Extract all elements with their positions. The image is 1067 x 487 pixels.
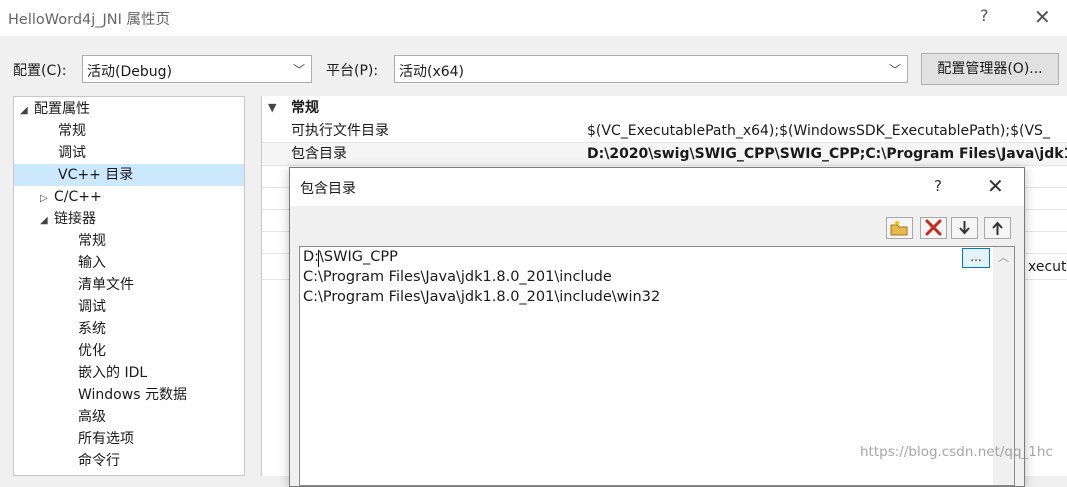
tree-item-linker-all-options[interactable]: 所有选项 (78, 428, 134, 450)
grid-clipped-text: xecut (1028, 259, 1067, 275)
grid-row-value: D:\2020\swig\SWIG_CPP\SWIG_CPP;C:\Progra… (587, 146, 1067, 162)
tree-item-label: 链接器 (54, 211, 96, 227)
grid-row-key: 可执行文件目录 (291, 123, 389, 139)
config-dropdown-value: 活动(Debug) (87, 64, 172, 80)
move-up-button[interactable] (984, 217, 1011, 239)
tree-item-linker-optimization[interactable]: 优化 (78, 340, 106, 362)
tree-item-cpp[interactable]: ▷ C/C++ (40, 186, 102, 208)
dialog-help-button[interactable]: ? (934, 177, 942, 195)
config-label: 配置(C): (13, 63, 67, 79)
watermark: https://blog.csdn.net/qq_1hc (860, 444, 1053, 460)
dialog-close-button[interactable]: ✕ (987, 174, 1004, 198)
tree-item-linker-general[interactable]: 常规 (78, 230, 106, 252)
tree-item-label: 常规 (58, 123, 86, 139)
window-title: HelloWord4j_JNI 属性页 (8, 12, 171, 28)
platform-dropdown[interactable]: 活动(x64) ﹀ (394, 55, 908, 83)
chevron-down-icon: ﹀ (888, 63, 901, 77)
expanded-triangle-icon[interactable]: ◢ (40, 210, 54, 232)
tree-item-label: 优化 (78, 343, 106, 359)
tree-item-label: 调试 (78, 299, 106, 315)
arrow-down-icon (959, 221, 970, 235)
tree-item-label: 命令行 (78, 453, 120, 469)
new-folder-icon (890, 220, 908, 236)
grid-row-value: $(VC_ExecutablePath_x64);$(WindowsSDK_Ex… (587, 123, 1050, 139)
tree-item-linker-debugging[interactable]: 调试 (78, 296, 106, 318)
tree-item-linker-embedded-idl[interactable]: 嵌入的 IDL (78, 362, 147, 384)
expanded-triangle-icon[interactable]: ◢ (20, 100, 34, 122)
include-dirs-dialog: 包含目录 ? ✕ D:\SWIG_CPP C:\Program Files\Ja… (289, 167, 1025, 487)
tree-item-linker-advanced[interactable]: 高级 (78, 406, 106, 428)
tree-item-config-properties[interactable]: ◢ 配置属性 (20, 98, 90, 120)
tree-item-label: 系统 (78, 321, 106, 337)
tree-item-debugging[interactable]: 调试 (58, 142, 86, 164)
list-item[interactable]: C:\Program Files\Java\jdk1.8.0_201\inclu… (303, 269, 612, 285)
browse-button[interactable]: ... (962, 248, 990, 268)
collapsed-triangle-icon[interactable]: ▷ (40, 188, 54, 210)
window-titlebar: HelloWord4j_JNI 属性页 ? ✕ (0, 0, 1067, 36)
tree-item-label: C/C++ (54, 189, 102, 205)
text-cursor (318, 250, 319, 267)
config-manager-button[interactable]: 配置管理器(O)... (921, 53, 1059, 85)
dialog-title: 包含目录 (300, 181, 356, 197)
platform-label: 平台(P): (326, 63, 379, 79)
tree-item-label: 高级 (78, 409, 106, 425)
tree-item-vc-directories[interactable]: VC++ 目录 (14, 164, 244, 186)
chevron-down-icon: ﹀ (292, 63, 305, 77)
scroll-up-icon[interactable]: ︿ (998, 249, 1009, 265)
help-button[interactable]: ? (980, 6, 989, 25)
close-button[interactable]: ✕ (1034, 5, 1051, 29)
grid-row-include-dirs[interactable]: 包含目录 D:\2020\swig\SWIG_CPP\SWIG_CPP;C:\P… (262, 143, 1067, 165)
grid-row-executable-dirs[interactable]: 可执行文件目录 $(VC_ExecutablePath_x64);$(Windo… (262, 120, 1067, 142)
tree-item-general[interactable]: 常规 (58, 120, 86, 142)
tree-item-linker[interactable]: ◢ 链接器 (40, 208, 96, 230)
move-down-button[interactable] (951, 217, 978, 239)
tree-item-label: 常规 (78, 233, 106, 249)
tree-item-linker-manifest[interactable]: 清单文件 (78, 274, 134, 296)
platform-dropdown-value: 活动(x64) (399, 64, 465, 80)
tree-item-label: 嵌入的 IDL (78, 365, 148, 381)
tree-item-label: VC++ 目录 (58, 167, 134, 183)
grid-section-label: 常规 (291, 100, 319, 116)
tree-item-label: 调试 (58, 145, 86, 161)
delete-icon (925, 219, 942, 236)
arrow-up-icon (992, 221, 1003, 235)
tree-item-label: Windows 元数据 (78, 387, 187, 403)
delete-line-button[interactable] (920, 217, 947, 239)
property-tree: ◢ 配置属性 常规 调试 VC++ 目录 ▷ C/C++ ◢ 链接器 常规 输入 清单… (13, 96, 245, 476)
config-dropdown[interactable]: 活动(Debug) ﹀ (82, 55, 312, 83)
tree-item-linker-system[interactable]: 系统 (78, 318, 106, 340)
tree-item-linker-command-line[interactable]: 命令行 (78, 450, 120, 472)
dialog-titlebar: 包含目录 ? ✕ (290, 168, 1024, 206)
list-item[interactable]: C:\Program Files\Java\jdk1.8.0_201\inclu… (303, 289, 660, 305)
tree-item-label: 所有选项 (78, 431, 134, 447)
tree-item-linker-windows-metadata[interactable]: Windows 元数据 (78, 384, 187, 406)
tree-item-label: 输入 (78, 255, 106, 271)
grid-section-header[interactable]: ▼ 常规 (262, 97, 1067, 119)
tree-item-label: 清单文件 (78, 277, 134, 293)
chevron-down-icon[interactable]: ▼ (268, 97, 276, 119)
tree-item-label: 配置属性 (34, 101, 90, 117)
new-line-button[interactable] (886, 217, 913, 239)
tree-item-linker-input[interactable]: 输入 (78, 252, 106, 274)
grid-row-key: 包含目录 (291, 146, 347, 162)
